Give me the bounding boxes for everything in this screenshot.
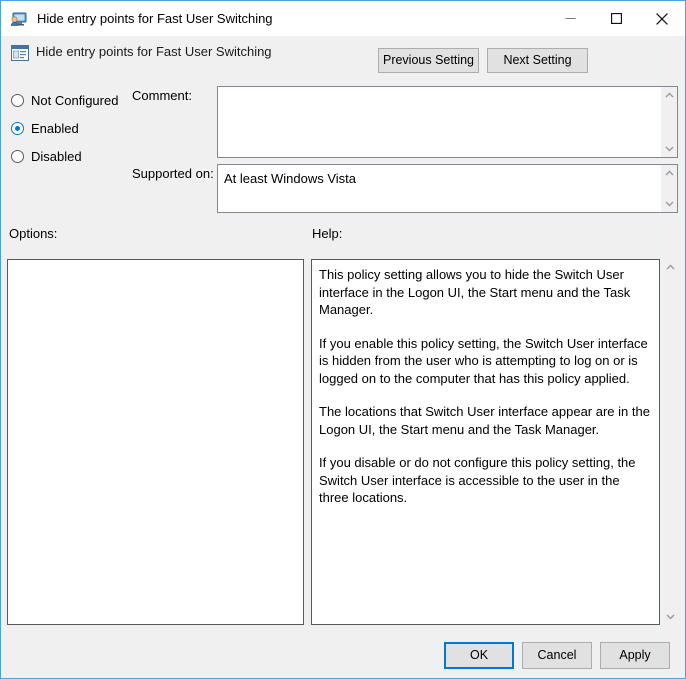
close-button[interactable] [639, 1, 685, 36]
chevron-down-icon[interactable] [661, 195, 677, 212]
help-paragraph: The locations that Switch User interface… [319, 404, 650, 437]
supported-on-label: Supported on: [132, 166, 214, 181]
radio-disabled[interactable]: Disabled [11, 147, 82, 165]
radio-not-configured[interactable]: Not Configured [11, 91, 118, 109]
radio-enabled-mark[interactable] [11, 121, 24, 135]
policy-setting-icon [10, 43, 30, 63]
chevron-down-icon[interactable] [661, 140, 677, 157]
comment-scrollbar[interactable] [660, 87, 677, 157]
comment-field[interactable] [217, 86, 678, 158]
help-label: Help: [312, 226, 343, 241]
help-paragraph: This policy setting allows you to hide t… [319, 267, 631, 317]
supported-on-value: At least Windows Vista [224, 171, 356, 186]
maximize-button[interactable] [593, 1, 639, 36]
comment-label: Comment: [132, 88, 192, 103]
comment-value[interactable] [218, 87, 660, 157]
window-title: Hide entry points for Fast User Switchin… [37, 11, 273, 26]
radio-enabled[interactable]: Enabled [11, 119, 79, 137]
options-pane[interactable] [7, 259, 304, 625]
cancel-button[interactable]: Cancel [522, 642, 592, 669]
chevron-up-icon[interactable] [662, 259, 679, 276]
policy-computer-icon [10, 10, 28, 28]
chevron-up-icon[interactable] [661, 165, 677, 182]
apply-button[interactable]: Apply [600, 642, 670, 669]
ok-button[interactable]: OK [444, 642, 514, 669]
window-controls [547, 1, 685, 36]
setting-title: Hide entry points for Fast User Switchin… [36, 44, 272, 59]
help-scrollbar[interactable] [662, 259, 679, 625]
chevron-up-icon[interactable] [661, 87, 677, 104]
supported-on-field[interactable]: At least Windows Vista [217, 164, 678, 213]
radio-disabled-mark[interactable] [11, 149, 24, 163]
policy-setting-dialog: Hide entry points for Fast User Switchin… [0, 0, 686, 679]
title-bar: Hide entry points for Fast User Switchin… [1, 1, 685, 36]
radio-not-configured-label: Not Configured [31, 92, 119, 108]
radio-not-configured-mark[interactable] [11, 93, 24, 107]
supported-on-scrollbar[interactable] [660, 165, 677, 212]
help-paragraph: If you disable or do not configure this … [319, 455, 636, 505]
next-setting-button[interactable]: Next Setting [487, 48, 588, 73]
minimize-button[interactable] [547, 1, 593, 36]
previous-setting-button[interactable]: Previous Setting [378, 48, 479, 73]
radio-disabled-label: Disabled [31, 148, 82, 164]
radio-enabled-label: Enabled [31, 120, 79, 136]
help-text: This policy setting allows you to hide t… [312, 260, 659, 513]
help-pane[interactable]: This policy setting allows you to hide t… [311, 259, 660, 625]
chevron-down-icon[interactable] [662, 608, 679, 625]
options-label: Options: [9, 226, 58, 241]
help-paragraph: If you enable this policy setting, the S… [319, 335, 648, 386]
